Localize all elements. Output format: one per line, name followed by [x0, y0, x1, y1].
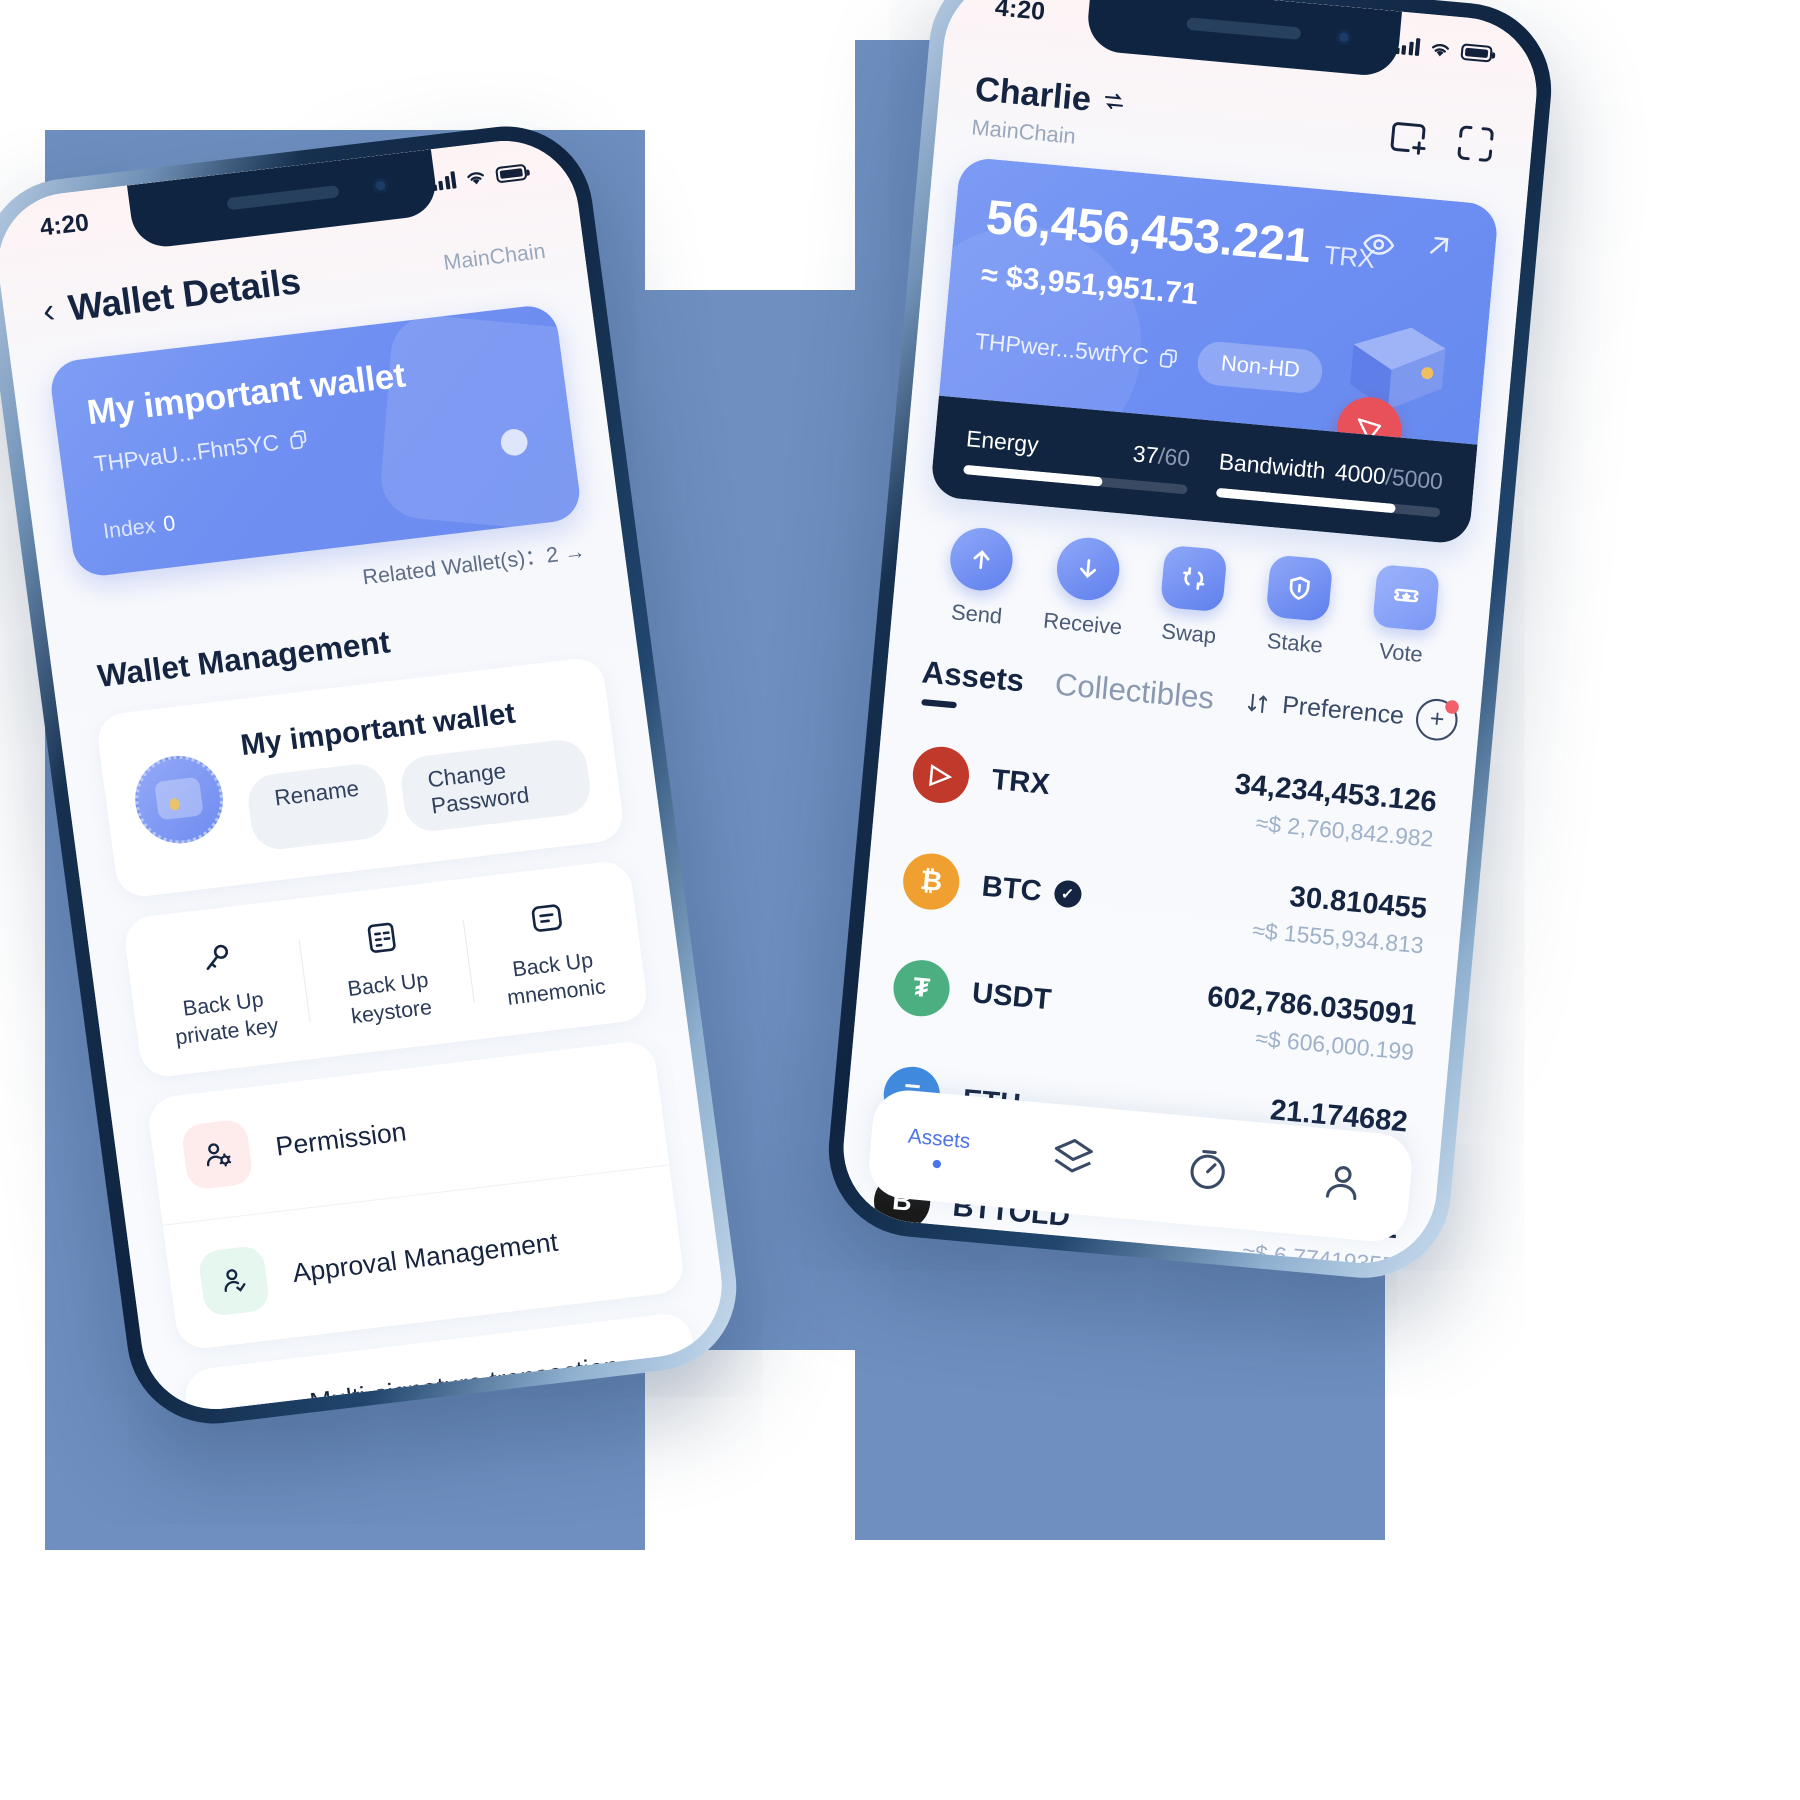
bandwidth-total: 5000 [1390, 464, 1444, 495]
permissions-card: Permission Approval Management [145, 1038, 687, 1351]
shield-icon [1265, 554, 1334, 623]
layers-icon [1054, 1138, 1093, 1172]
energy-total: 60 [1163, 443, 1192, 472]
action-swap[interactable]: Swap [1135, 543, 1250, 652]
resource-energy[interactable]: Energy 37/60 [963, 425, 1192, 495]
balance-card: 56,456,453.221 TRX ≈ $3,951,951.71 THPwe… [929, 156, 1500, 546]
token-values: 34,234,453.126 ≈$ 2,760,842.982 [1230, 767, 1439, 853]
add-token-icon[interactable]: + [1414, 697, 1460, 743]
copy-icon [290, 430, 307, 450]
token-values: 602,786.035091 ≈$ 606,000.199 [1203, 980, 1419, 1066]
resource-label-energy: Energy [965, 425, 1040, 458]
battery-icon [1460, 42, 1493, 63]
tabbar-item-explore[interactable] [1138, 1140, 1277, 1203]
action-vote[interactable]: Vote [1347, 562, 1462, 671]
approval-user-check-icon [197, 1244, 271, 1317]
wallet-summary-card[interactable]: My important wallet THPvaU...Fhn5YC Inde… [47, 302, 584, 579]
card-decor-dot [499, 427, 530, 458]
wallet-avatar-icon[interactable] [119, 740, 239, 859]
backup-keystore-label: Back Up keystore [346, 968, 434, 1029]
backup-mnemonic-button[interactable]: Back Up mnemonic [461, 886, 641, 1017]
mnemonic-list-icon [469, 887, 624, 949]
token-fiat: ≈$ 1555,934.813 [1251, 917, 1425, 959]
rename-button[interactable]: Rename [245, 761, 392, 853]
token-symbol: TRX [990, 762, 1052, 800]
token-icon-btc: ₿ [900, 850, 962, 912]
swap-icon [1159, 544, 1228, 613]
arrow-up-right-icon[interactable] [1423, 230, 1455, 269]
battery-icon [494, 163, 528, 183]
action-send[interactable]: Send [922, 523, 1037, 632]
signal-icon [430, 170, 457, 191]
sort-arrows-icon [1247, 693, 1268, 714]
wifi-icon [467, 171, 484, 184]
menu-label-permission: Permission [273, 1116, 409, 1163]
backup-private-key-label: Back Up private key [173, 988, 280, 1050]
menu-label-approval-management: Approval Management [290, 1226, 560, 1289]
explore-icon [1190, 1149, 1225, 1189]
back-chevron-icon[interactable]: ‹ [40, 291, 57, 331]
action-receive[interactable]: Receive [1028, 533, 1143, 642]
tabbar-item-profile[interactable] [1273, 1153, 1412, 1216]
account-switcher[interactable]: Charlie [973, 69, 1128, 122]
scan-qr-icon [1457, 125, 1494, 162]
balance-amount: 56,456,453.221 [984, 189, 1313, 273]
status-badge-non-hd: Non-HD [1196, 340, 1325, 395]
wallet-index: Index 0 [101, 511, 177, 544]
switch-account-icon [1104, 93, 1123, 109]
page-title: Wallet Details [65, 259, 303, 329]
wallet-address-row[interactable]: THPwer...5wtfYC [974, 328, 1181, 374]
token-icon-trx: ▷ [910, 743, 972, 805]
signal-icon [1394, 36, 1421, 56]
profile-icon [1325, 1165, 1357, 1200]
backup-card: Back Up private key Back Up keystore Bac… [122, 859, 650, 1079]
wallet-name: My important wallet [84, 356, 408, 433]
key-icon [140, 926, 295, 988]
backup-keystore-button[interactable]: Back Up keystore [296, 906, 476, 1037]
preference-label[interactable]: Preference [1281, 691, 1405, 731]
token-symbol: USDT [970, 975, 1053, 1016]
permission-user-icon [180, 1118, 254, 1191]
eye-icon[interactable] [1360, 226, 1397, 267]
phone-right-assets-home: 4:20 Charlie MainChain 56,456,453.221 TR… [821, 0, 1559, 1286]
chain-label: MainChain [970, 115, 1077, 149]
tabbar-item-assets[interactable]: Assets [869, 1121, 1007, 1174]
action-stake[interactable]: Stake [1241, 552, 1356, 661]
token-values: 30.810455 ≈$ 1555,934.813 [1251, 877, 1428, 960]
token-balance: 30.810455 [1288, 879, 1429, 925]
ticket-star-icon [1372, 563, 1440, 632]
energy-used: 37 [1131, 440, 1160, 469]
resource-bandwidth[interactable]: Bandwidth 4000/5000 [1215, 448, 1444, 518]
status-time: 4:20 [993, 0, 1047, 27]
status-time: 4:20 [38, 208, 91, 242]
add-wallet-icon [1390, 122, 1426, 155]
arrow-up-icon [947, 525, 1016, 594]
active-dot [932, 1158, 942, 1169]
chain-label[interactable]: MainChain [442, 240, 547, 276]
screenshot-stage: 4:20 ‹ Wallet Details MainChain My impor… [0, 0, 1800, 1800]
wallet-identity-card: My important wallet Rename Change Passwo… [94, 655, 626, 900]
wifi-icon [1432, 43, 1450, 56]
copy-icon [1160, 349, 1178, 368]
wallet-address: THPvaU...Fhn5YC [92, 429, 281, 477]
token-symbol: BTC ✓ [981, 869, 1083, 911]
backup-mnemonic-label: Back Up mnemonic [505, 948, 608, 1010]
keystore-file-icon [304, 907, 459, 969]
bandwidth-used: 4000 [1333, 458, 1387, 490]
token-icon-usdt: ₮ [891, 957, 953, 1019]
wallet-address: THPwer...5wtfYC [974, 327, 1150, 370]
resource-label-bandwidth: Bandwidth [1217, 448, 1327, 484]
tabbar-label-assets: Assets [907, 1124, 972, 1153]
tabbar-item-layers[interactable] [1003, 1128, 1142, 1191]
arrow-down-icon [1053, 535, 1122, 603]
backup-private-key-button[interactable]: Back Up private key [132, 925, 312, 1056]
tab-assets[interactable]: Assets [920, 655, 1026, 699]
change-password-button[interactable]: Change Password [398, 737, 594, 834]
verified-badge-icon: ✓ [1052, 878, 1083, 909]
pencil-sign-icon [218, 1400, 292, 1418]
account-name: Charlie [973, 69, 1093, 118]
